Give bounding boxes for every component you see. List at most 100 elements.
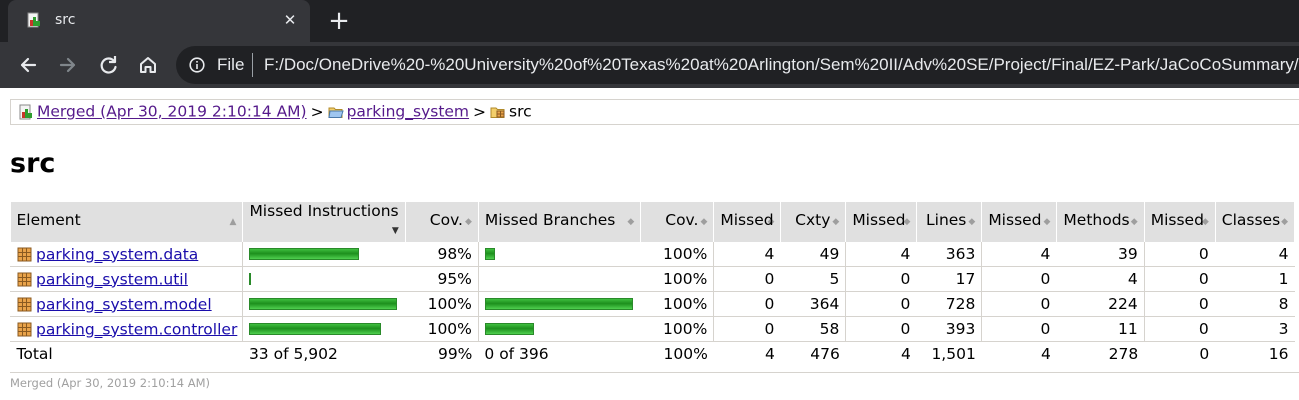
lines-cell: 393	[916, 316, 982, 342]
reload-icon[interactable]	[94, 51, 122, 79]
coverage-bar-green	[484, 323, 534, 335]
total-branch-missed: 0 of 396	[484, 345, 549, 363]
total-label: Total	[16, 345, 53, 363]
breadcrumb-session-link[interactable]: Merged (Apr 30, 2019 2:10:14 AM)	[37, 103, 307, 121]
breadcrumb-package-link[interactable]: parking_system	[347, 103, 469, 121]
table-row: parking_system.controller 100% 100% 0 58 0 393…	[9, 316, 1295, 342]
column-header-classes[interactable]: ◆ Classes	[1215, 202, 1296, 242]
url-text[interactable]: F:/Doc/OneDrive%20-%20University%20of%20…	[264, 55, 1299, 75]
lines-missed-cell: 0	[845, 266, 917, 292]
package-link[interactable]: parking_system.controller	[36, 320, 237, 338]
classes-cell: 1	[1214, 266, 1295, 292]
total-branch-cov: 100%	[663, 345, 708, 363]
header-label: Missed	[988, 211, 1042, 229]
branch-cov-cell: 100%	[640, 316, 714, 342]
sort-icon: ◆	[968, 217, 976, 227]
branch-coverage-bar	[485, 272, 634, 286]
column-header-instr-cov[interactable]: ◆ Cov.	[405, 202, 479, 242]
breadcrumb-separator: >	[473, 102, 487, 121]
header-label: Cxty	[795, 211, 831, 229]
cxty-missed-cell: 0	[713, 291, 781, 317]
forward-arrow-icon[interactable]	[54, 51, 82, 79]
tab-title: src	[55, 12, 76, 28]
header-label: Missed	[852, 211, 906, 229]
column-header-cxty-missed[interactable]: ◆ Missed	[713, 202, 782, 242]
header-label: Missed Instructions	[249, 202, 399, 220]
column-header-element[interactable]: Element ▲	[10, 202, 244, 242]
column-header-lines-missed[interactable]: ◆ Missed	[845, 202, 918, 242]
column-header-cxty[interactable]: ◆ Cxty	[780, 202, 847, 242]
lines-missed-cell: 4	[845, 242, 917, 267]
package-link[interactable]: parking_system.model	[36, 295, 212, 313]
total-classes: 16	[1268, 345, 1289, 363]
column-header-missed-instructions[interactable]: Missed Instructions ▼	[242, 202, 406, 242]
instr-cov-cell: 95%	[404, 266, 479, 292]
package-icon	[17, 322, 32, 337]
lines-missed-cell: 0	[845, 316, 917, 342]
total-lines-missed: 4	[900, 345, 911, 363]
back-arrow-icon[interactable]	[14, 51, 42, 79]
lines-cell: 728	[916, 291, 982, 317]
report-favicon-icon	[26, 12, 42, 28]
column-header-classes-missed[interactable]: ◆ Missed	[1144, 202, 1216, 242]
table-header-row: Element ▲ Missed Instructions ▼ ◆ Cov. Miss…	[10, 202, 1296, 242]
branch-bar-cell	[477, 242, 641, 267]
cxty-cell: 5	[780, 266, 846, 292]
tab-close-icon[interactable]: ✕	[278, 9, 302, 33]
breadcrumb-separator: >	[310, 102, 324, 121]
branch-bar-cell	[477, 291, 641, 317]
methods-cell: 4	[1056, 266, 1145, 292]
folder-icon	[328, 104, 344, 120]
tab-strip: src ✕ +	[0, 0, 1299, 42]
column-header-branch-cov[interactable]: ◆ Cov.	[640, 202, 715, 242]
cxty-missed-cell: 0	[713, 266, 781, 292]
classes-missed-cell: 0	[1143, 316, 1216, 342]
browser-toolbar: File F:/Doc/OneDrive%20-%20University%20…	[0, 42, 1299, 88]
coverage-bar-green	[484, 298, 633, 310]
sort-icon: ◆	[1130, 217, 1138, 227]
instruction-coverage-bar	[249, 272, 398, 286]
sort-icon: ▲	[229, 217, 237, 227]
header-label: Classes	[1221, 211, 1281, 229]
total-instr-missed: 33 of 5,902	[248, 345, 338, 363]
header-label: Cov.	[665, 211, 699, 229]
sort-icon: ◆	[1281, 217, 1288, 227]
cxty-cell: 58	[780, 316, 846, 342]
package-link[interactable]: parking_system.data	[36, 245, 198, 263]
footer-divider	[10, 372, 1299, 373]
column-header-lines[interactable]: ◆ Lines	[916, 202, 983, 242]
report-page: Merged (Apr 30, 2019 2:10:14 AM) > parkin…	[0, 88, 1299, 400]
lines-missed-cell: 0	[845, 291, 917, 317]
home-icon[interactable]	[134, 51, 162, 79]
browser-tab[interactable]: src ✕	[8, 0, 310, 42]
branch-coverage-bar	[484, 297, 634, 311]
package-link[interactable]: parking_system.util	[36, 270, 188, 288]
total-lines: 1,501	[931, 345, 976, 363]
column-header-methods-missed[interactable]: ◆ Missed	[981, 202, 1058, 242]
classes-cell: 4	[1214, 242, 1295, 267]
total-methods: 278	[1108, 345, 1139, 363]
branch-cov-cell: 100%	[640, 242, 714, 267]
classes-missed-cell: 0	[1143, 291, 1216, 317]
element-cell: parking_system.model	[9, 291, 243, 317]
url-separator	[252, 53, 253, 77]
methods-cell: 11	[1056, 316, 1145, 342]
header-label: Lines	[926, 211, 967, 229]
branch-bar-cell	[477, 316, 641, 342]
header-label: Missed	[1150, 211, 1204, 229]
header-label: Missed	[720, 211, 774, 229]
total-cxty: 476	[810, 345, 840, 363]
column-header-missed-branches[interactable]: Missed Branches ◆	[478, 202, 642, 242]
session-report-icon	[18, 104, 34, 120]
new-tab-button[interactable]: +	[326, 8, 352, 34]
instr-bar-cell	[242, 291, 406, 317]
info-icon[interactable]	[189, 57, 205, 73]
total-cxty-missed: 4	[764, 345, 775, 363]
column-header-methods[interactable]: ◆ Methods	[1056, 202, 1145, 242]
methods-missed-cell: 4	[981, 242, 1057, 267]
instruction-coverage-bar	[249, 297, 398, 311]
instr-cov-cell: 98%	[404, 242, 479, 267]
branch-coverage-bar	[484, 322, 634, 336]
element-cell: parking_system.data	[9, 242, 243, 267]
address-bar[interactable]: File F:/Doc/OneDrive%20-%20University%20…	[176, 46, 1299, 84]
